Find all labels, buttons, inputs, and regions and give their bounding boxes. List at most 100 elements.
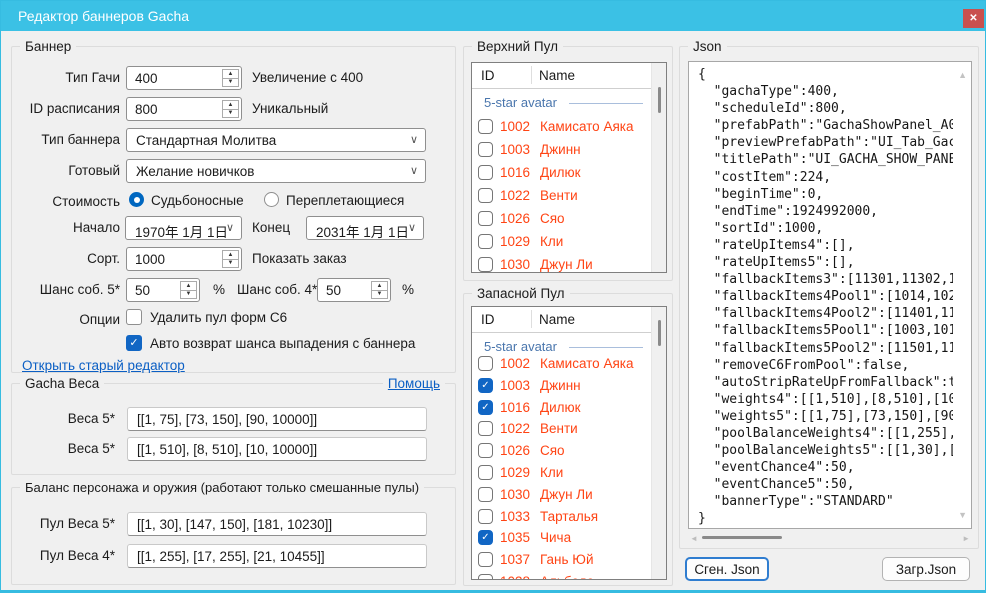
schedule-id-input[interactable]: 800 ▲ ▼ (126, 97, 242, 121)
item-checkbox[interactable] (478, 552, 493, 567)
auto-return-label[interactable]: Авто возврат шанса выпадения с баннера (150, 334, 415, 351)
begin-date-picker[interactable]: 1970年 1月 1日 ∨ (125, 216, 242, 240)
weights5-input[interactable]: [[1, 75], [73, 150], [90, 10000]] (127, 407, 427, 431)
begin-label: Начало (12, 216, 120, 235)
list-item[interactable]: 1030Джун Ли (472, 256, 649, 273)
chance4-input[interactable]: 50 ▲ ▼ (317, 278, 391, 302)
scroll-left-icon[interactable]: ◄ (690, 534, 698, 543)
spin-up-icon[interactable]: ▲ (223, 70, 238, 79)
list-item[interactable]: 1003Джинн (472, 141, 649, 161)
list-item[interactable]: 1029Кли (472, 233, 649, 253)
item-checkbox[interactable] (478, 142, 493, 157)
spin-down-icon[interactable]: ▼ (223, 79, 238, 87)
list-item[interactable]: 1029Кли (472, 464, 649, 484)
list-item[interactable]: 1022Венти (472, 187, 649, 207)
auto-return-checkbox[interactable]: ✓ (126, 335, 142, 351)
remove-c6-label[interactable]: Удалить пул форм С6 (150, 308, 287, 325)
list-item[interactable]: 1030Джун Ли (472, 486, 649, 506)
item-checkbox[interactable] (478, 165, 493, 180)
item-checkbox[interactable] (478, 574, 493, 580)
pool-weights4-input[interactable]: [[1, 255], [17, 255], [21, 10455]] (127, 544, 427, 568)
item-name: Джинн (540, 142, 581, 157)
spin-down-icon[interactable]: ▼ (372, 291, 387, 299)
item-checkbox[interactable] (478, 465, 493, 480)
chevron-down-icon: ∨ (410, 164, 418, 177)
list-item[interactable]: ✓1003Джинн (472, 377, 649, 397)
preset-select[interactable]: Желание новичков ∨ (126, 159, 426, 183)
item-checkbox[interactable] (478, 443, 493, 458)
list-item[interactable]: ✓1035Чича (472, 529, 649, 549)
cost-option2-label[interactable]: Переплетающиеся (286, 190, 404, 208)
json-content[interactable]: { "gachaType":400, "scheduleId":800, "pr… (698, 66, 953, 526)
old-editor-link[interactable]: Открыть старый редактор (22, 358, 185, 373)
titlebar[interactable]: Редактор баннеров Gacha (1, 1, 985, 31)
spin-up-icon[interactable]: ▲ (181, 282, 196, 291)
banner-type-select[interactable]: Стандартная Молитва ∨ (126, 128, 426, 152)
cost-option1-label[interactable]: Судьбоносные (151, 190, 244, 208)
list-item[interactable]: 1002Камисато Аяка (472, 355, 649, 375)
list-item[interactable]: 1033Тарталья (472, 508, 649, 528)
cost-radio-intertwined[interactable] (264, 192, 279, 207)
list-item[interactable]: 1016Дилюк (472, 164, 649, 184)
pool-weights4-value: [[1, 255], [17, 255], [21, 10455]] (137, 549, 325, 564)
list-item[interactable]: 1002Камисато Аяка (472, 118, 649, 138)
end-date-picker[interactable]: 2031年 1月 1日 ∨ (306, 216, 424, 240)
list-header[interactable]: ID Name (472, 307, 666, 333)
scrollbar-track[interactable] (651, 63, 666, 272)
item-checkbox[interactable] (478, 188, 493, 203)
list-header[interactable]: ID Name (472, 63, 666, 89)
weights4-input[interactable]: [[1, 510], [8, 510], [10, 10000]] (127, 437, 427, 461)
json-textarea[interactable]: { "gachaType":400, "scheduleId":800, "pr… (688, 61, 972, 529)
item-checkbox[interactable] (478, 487, 493, 502)
fallback-pool-list[interactable]: ID Name 5-star avatar 1002Камисато Аяка✓… (471, 306, 667, 580)
column-name[interactable]: Name (539, 68, 575, 83)
horizontal-scrollbar[interactable]: ◄ ► (688, 531, 972, 544)
list-item[interactable]: 1026Сяо (472, 210, 649, 230)
cost-radio-fate[interactable] (129, 192, 144, 207)
list-item[interactable]: 1038Альбедо (472, 573, 649, 580)
column-id[interactable]: ID (481, 68, 495, 83)
column-id[interactable]: ID (481, 312, 495, 327)
weights4-row: Веса 5* [[1, 510], [8, 510], [10, 10000]… (12, 437, 455, 461)
sort-input[interactable]: 1000 ▲ ▼ (126, 247, 242, 271)
load-json-button[interactable]: Загр.Json (882, 557, 970, 581)
item-checkbox[interactable] (478, 356, 493, 371)
generate-json-button[interactable]: Сген. Json (685, 557, 769, 581)
pool-weights5-input[interactable]: [[1, 30], [147, 150], [181, 10230]] (127, 512, 427, 536)
horizontal-scrollbar-thumb[interactable] (702, 536, 782, 539)
list-item[interactable]: 1022Венти (472, 420, 649, 440)
item-checkbox[interactable]: ✓ (478, 378, 493, 393)
chance5-input[interactable]: 50 ▲ ▼ (126, 278, 200, 302)
remove-c6-checkbox[interactable] (126, 309, 142, 325)
item-checkbox[interactable] (478, 211, 493, 226)
spin-down-icon[interactable]: ▼ (223, 110, 238, 118)
help-link[interactable]: Помощь (383, 375, 445, 392)
item-checkbox[interactable] (478, 257, 493, 272)
scroll-down-icon[interactable]: ▼ (958, 510, 967, 520)
column-name[interactable]: Name (539, 312, 575, 327)
scrollbar-thumb[interactable] (658, 87, 661, 113)
item-checkbox[interactable] (478, 509, 493, 524)
spin-down-icon[interactable]: ▼ (223, 260, 238, 268)
item-id: 1016 (500, 400, 530, 415)
close-button[interactable]: ✕ (963, 9, 984, 28)
spin-up-icon[interactable]: ▲ (223, 101, 238, 110)
item-checkbox[interactable] (478, 421, 493, 436)
item-checkbox[interactable]: ✓ (478, 400, 493, 415)
item-checkbox[interactable] (478, 234, 493, 249)
scroll-right-icon[interactable]: ► (962, 534, 970, 543)
item-checkbox[interactable]: ✓ (478, 530, 493, 545)
scrollbar-track[interactable] (651, 307, 666, 579)
gacha-type-input[interactable]: 400 ▲ ▼ (126, 66, 242, 90)
spin-up-icon[interactable]: ▲ (223, 251, 238, 260)
item-checkbox[interactable] (478, 119, 493, 134)
spin-down-icon[interactable]: ▼ (181, 291, 196, 299)
scroll-up-icon[interactable]: ▲ (958, 70, 967, 80)
list-item[interactable]: 1037Гань Юй (472, 551, 649, 571)
spin-up-icon[interactable]: ▲ (372, 282, 387, 291)
scrollbar-thumb[interactable] (658, 320, 661, 346)
upper-pool-list[interactable]: ID Name 5-star avatar 1002Камисато Аяка1… (471, 62, 667, 273)
chance4-label: Шанс соб. 4* (237, 278, 317, 297)
list-item[interactable]: 1026Сяо (472, 442, 649, 462)
list-item[interactable]: ✓1016Дилюк (472, 399, 649, 419)
